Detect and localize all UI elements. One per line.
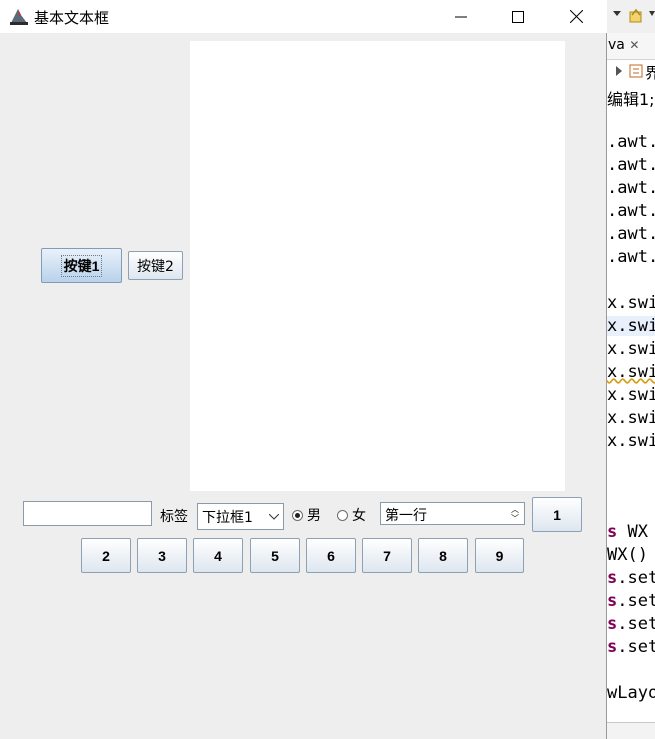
expand-arrow-icon[interactable] xyxy=(616,66,622,76)
number-button-8[interactable]: 8 xyxy=(418,538,468,573)
number-button-4[interactable]: 4 xyxy=(193,538,243,573)
ide-bottom-bar xyxy=(607,722,655,739)
java-app-icon xyxy=(8,6,30,26)
outline-label: 界 xyxy=(645,64,655,82)
code-line: s.set xyxy=(607,568,655,588)
number-button-label: 3 xyxy=(158,547,166,564)
radio-female[interactable]: 女 xyxy=(337,505,366,525)
code-line-highlighted: x.swi xyxy=(607,316,655,336)
editor-tab[interactable]: va ✕ xyxy=(607,33,655,60)
button-2-label: 按键2 xyxy=(137,258,174,275)
title-bar[interactable]: 基本文本框 xyxy=(0,0,607,33)
code-line: s WX xyxy=(607,522,648,542)
tag-label: 标签 xyxy=(160,509,188,525)
code-line: x.swi xyxy=(607,339,655,359)
code-line: WX() xyxy=(607,545,648,565)
spinner-up-icon[interactable]: ︿ xyxy=(511,505,519,514)
dropdown-arrow-icon[interactable] xyxy=(613,11,621,17)
code-line: .awt. xyxy=(607,224,655,244)
editor-tab-label: va xyxy=(608,37,625,53)
minimize-icon xyxy=(455,16,467,17)
maximize-button[interactable] xyxy=(495,0,541,33)
chevron-down-icon[interactable] xyxy=(266,508,282,526)
radio-male-label: 男 xyxy=(307,508,321,524)
number-button-3[interactable]: 3 xyxy=(137,538,187,573)
minimize-button[interactable] xyxy=(438,0,484,33)
code-line: s.set xyxy=(607,614,655,634)
number-button-2[interactable]: 2 xyxy=(81,538,131,573)
number-button-1[interactable]: 1 xyxy=(532,497,582,532)
radio-male[interactable]: 男 xyxy=(292,505,321,525)
dropdown-arrow-icon[interactable] xyxy=(649,11,655,17)
class-icon xyxy=(629,64,643,78)
text-area[interactable] xyxy=(190,41,565,491)
code-line: .awt. xyxy=(607,201,655,221)
code-line: s.set xyxy=(607,591,655,611)
code-line: wLayo xyxy=(607,683,655,703)
number-button-9[interactable]: 9 xyxy=(475,538,524,573)
radio-unselected-icon xyxy=(337,509,348,521)
number-button-label: 6 xyxy=(327,547,335,564)
ide-background: va ✕ 界 编辑1; .awt. .awt. .awt. .awt. .awt… xyxy=(607,0,655,739)
number-button-label: 2 xyxy=(102,547,110,564)
number-button-label: 1 xyxy=(553,506,561,523)
spinner-value: 第一行 xyxy=(385,508,427,524)
spinner[interactable]: 第一行 ︿ ﹀ xyxy=(380,502,525,525)
code-line: s.set xyxy=(607,637,655,657)
code-line-warning: x.swi xyxy=(607,362,655,382)
number-button-label: 7 xyxy=(383,547,391,564)
spinner-down-icon[interactable]: ﹀ xyxy=(511,514,519,523)
number-button-label: 8 xyxy=(439,547,447,564)
code-line: .awt. xyxy=(607,155,655,175)
code-line: 编辑1; xyxy=(607,90,655,109)
close-tab-icon[interactable]: ✕ xyxy=(629,38,639,52)
button-2[interactable]: 按键2 xyxy=(128,251,183,280)
button-1-label: 按键1 xyxy=(60,254,103,277)
code-line: x.swi xyxy=(607,293,655,313)
radio-female-label: 女 xyxy=(352,508,366,524)
java-frame: 基本文本框 按键1 按键2 标签 下拉框1 男 女 第一行 ︿ ﹀ 1 2 3 … xyxy=(0,0,607,739)
number-button-label: 5 xyxy=(271,547,279,564)
code-line: .awt. xyxy=(607,247,655,267)
number-button-6[interactable]: 6 xyxy=(306,538,356,573)
number-button-label: 9 xyxy=(495,547,504,564)
number-button-label: 4 xyxy=(214,547,222,564)
code-line: .awt. xyxy=(607,178,655,198)
text-field[interactable] xyxy=(23,501,152,526)
window-title: 基本文本框 xyxy=(34,9,110,27)
number-button-5[interactable]: 5 xyxy=(250,538,300,573)
close-button[interactable] xyxy=(553,0,599,33)
code-line: x.swi xyxy=(607,431,655,451)
combo-box[interactable]: 下拉框1 xyxy=(197,503,284,530)
code-line: x.swi xyxy=(607,408,655,428)
spinner-buttons[interactable]: ︿ ﹀ xyxy=(507,504,523,524)
radio-selected-icon xyxy=(292,509,303,521)
combo-selected-value: 下拉框1 xyxy=(202,509,253,526)
ide-toolbar xyxy=(607,0,655,33)
button-1[interactable]: 按键1 xyxy=(41,248,122,283)
navigate-up-icon[interactable] xyxy=(629,7,643,23)
code-line: .awt. xyxy=(607,132,655,152)
maximize-icon xyxy=(512,10,524,23)
number-button-7[interactable]: 7 xyxy=(362,538,412,573)
close-icon xyxy=(569,10,583,23)
code-line: x.swi xyxy=(607,385,655,405)
